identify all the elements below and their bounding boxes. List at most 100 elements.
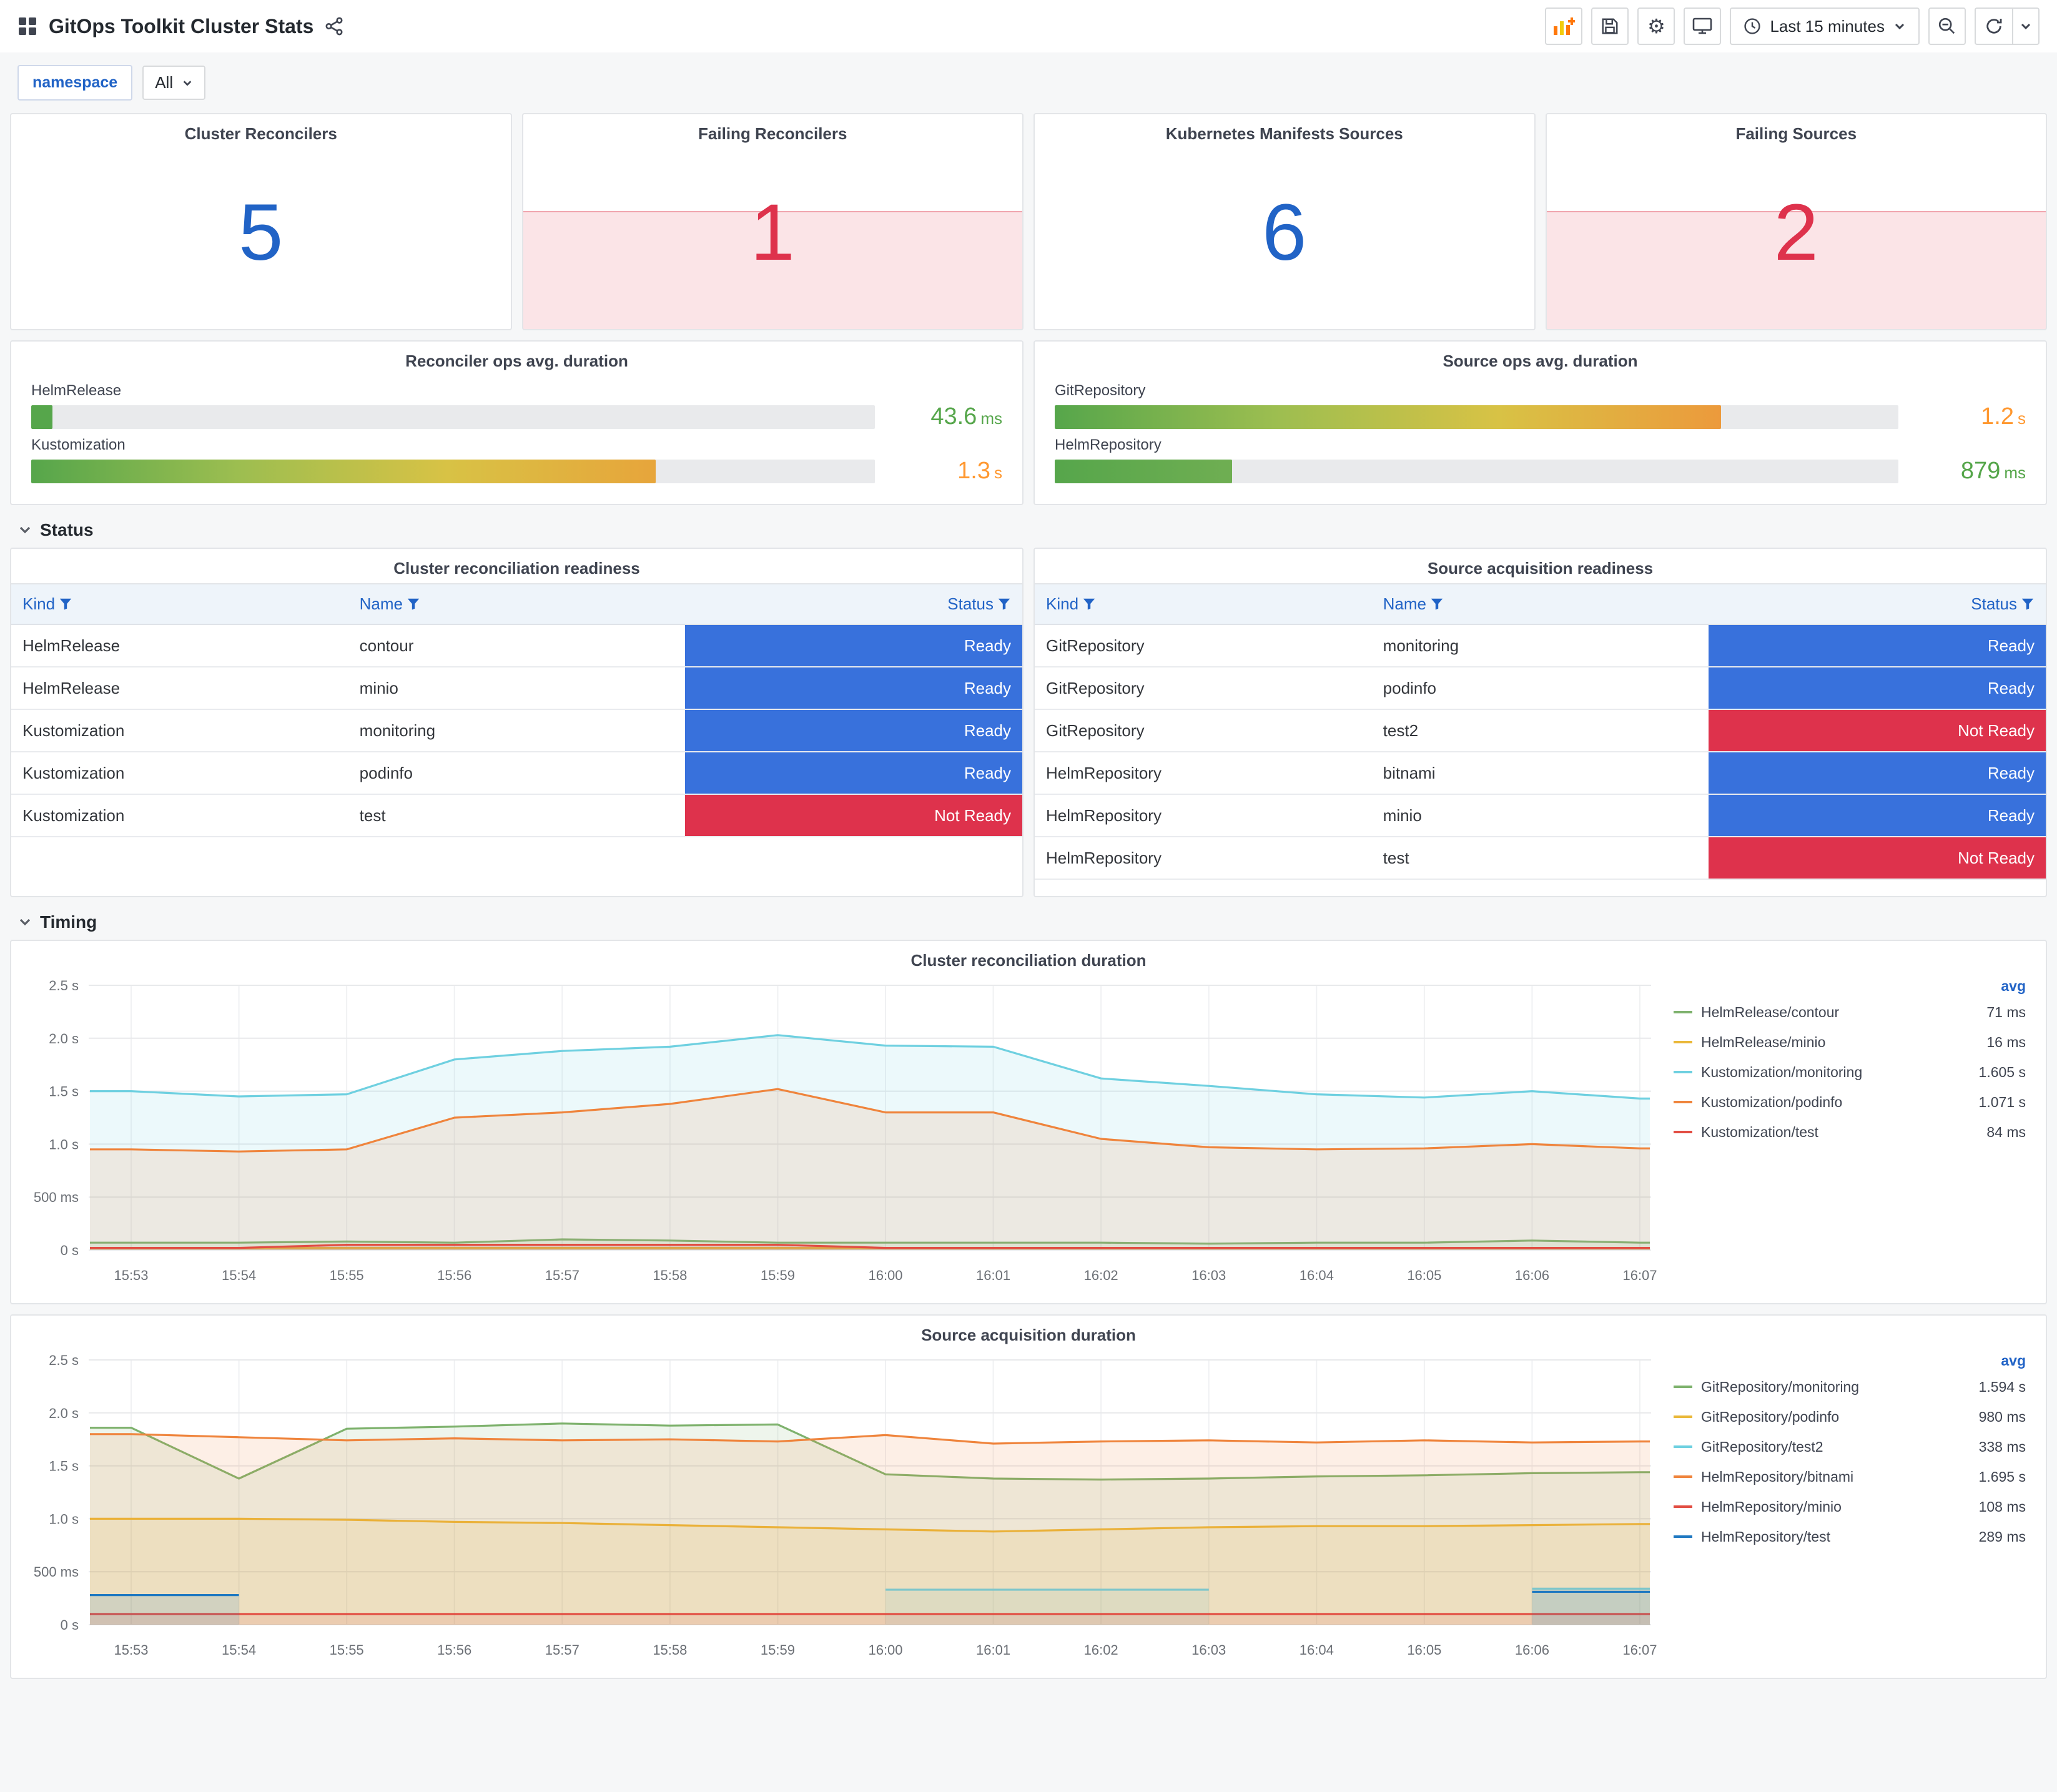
svg-text:15:59: 15:59 [761,1642,795,1658]
timeseries-plot[interactable]: 15:53 15:54 15:55 15:56 15:57 15:58 15:59 16:00… [24,973,1661,1292]
legend-series-name[interactable]: GitRepository/podinfo [1701,1409,1970,1425]
variable-namespace-value: All [155,73,174,92]
legend-series-name[interactable]: HelmRelease/minio [1701,1034,1978,1051]
filter-funnel-icon[interactable] [59,597,72,611]
status-badge: Not Ready [1709,710,2046,751]
legend-series-name[interactable]: HelmRepository/test [1701,1529,1970,1545]
gauge-value: 879 ms [1960,458,2026,484]
legend-avg-header[interactable]: avg [1674,978,2028,995]
legend-series-name[interactable]: Kustomization/monitoring [1701,1064,1970,1081]
filter-funnel-icon[interactable] [2021,597,2035,611]
cell-status: Ready [685,709,1022,752]
panel-title[interactable]: Cluster reconciliation readiness [11,549,1022,583]
legend-item[interactable]: Kustomization/test 84 ms [1674,1117,2028,1147]
readiness-table: Kind Name Status HelmRelease contour Ready Hel… [11,583,1022,837]
stats-row: Cluster Reconcilers 5 Failing Reconciler… [10,113,2047,330]
time-range-label: Last 15 minutes [1770,16,1885,36]
panel-reconciler-ops-avg-duration: Reconciler ops avg. duration HelmRelease… [10,340,1024,505]
panel-title[interactable]: Source acquisition readiness [1035,549,2046,583]
column-header-kind[interactable]: Kind [1035,583,1372,625]
svg-text:2.5 s: 2.5 s [49,978,79,993]
filter-funnel-icon[interactable] [1430,597,1444,611]
cell-name: contour [348,624,686,667]
status-badge: Ready [1709,795,2046,836]
legend-item[interactable]: HelmRelease/minio 16 ms [1674,1027,2028,1057]
cell-kind: HelmRepository [1035,837,1372,880]
column-header-status[interactable]: Status [685,583,1022,625]
legend-series-name[interactable]: HelmRelease/contour [1701,1004,1978,1021]
legend-item[interactable]: GitRepository/test2 338 ms [1674,1432,2028,1462]
series-color-marker [1674,1011,1692,1013]
legend-item[interactable]: HelmRepository/test 289 ms [1674,1522,2028,1552]
save-dashboard-button[interactable] [1591,7,1629,45]
svg-text:0 s: 0 s [61,1243,79,1258]
zoom-out-button[interactable] [1928,7,1966,45]
dashboards-grid-icon[interactable] [17,16,37,36]
filter-funnel-icon[interactable] [997,597,1011,611]
gauges-row: Reconciler ops avg. duration HelmRelease… [10,340,2047,505]
section-row-status[interactable]: Status [17,520,2040,540]
column-header-name[interactable]: Name [348,583,686,625]
column-header-kind[interactable]: Kind [11,583,348,625]
column-header-name[interactable]: Name [1371,583,1709,625]
legend-item[interactable]: HelmRelease/contour 71 ms [1674,997,2028,1027]
variable-namespace-select[interactable]: All [142,66,206,100]
status-badge: Ready [685,625,1022,666]
legend-item[interactable]: Kustomization/monitoring 1.605 s [1674,1057,2028,1087]
add-panel-button[interactable] [1545,7,1583,45]
legend-series-name[interactable]: Kustomization/test [1701,1124,1978,1141]
share-icon[interactable] [325,17,343,36]
svg-text:16:05: 16:05 [1407,1642,1441,1658]
gear-icon: ⚙ [1647,15,1665,37]
panel-title[interactable]: Source acquisition duration [24,1321,2033,1347]
save-icon [1602,18,1618,34]
legend-item[interactable]: HelmRepository/minio 108 ms [1674,1492,2028,1522]
panel-title[interactable]: Cluster reconciliation duration [24,946,2033,973]
timeseries-plot[interactable]: 15:53 15:54 15:55 15:56 15:57 15:58 15:59 16:00… [24,1347,1661,1667]
legend-item[interactable]: GitRepository/monitoring 1.594 s [1674,1372,2028,1402]
cell-kind: Kustomization [11,794,348,837]
dashboard-title[interactable]: GitOps Toolkit Cluster Stats [49,15,313,38]
svg-text:15:53: 15:53 [114,1642,148,1658]
cycle-view-button[interactable] [1684,7,1722,45]
cell-kind: HelmRelease [11,667,348,710]
section-row-timing[interactable]: Timing [17,912,2040,932]
series-color-marker [1674,1071,1692,1073]
legend-avg-value: 289 ms [1978,1528,2026,1545]
legend-item[interactable]: HelmRepository/bitnami 1.695 s [1674,1462,2028,1492]
gauge-label: HelmRepository [1055,436,1162,453]
dashboard-settings-button[interactable]: ⚙ [1637,7,1675,45]
legend-avg-value: 84 ms [1986,1123,2026,1140]
series-color-marker [1674,1445,1692,1448]
gauge-value: 1.2 s [1981,403,2026,430]
table-row: Kustomization podinfo Ready [11,752,1022,795]
template-variables-bar: namespace All [0,52,2057,106]
legend-avg-header[interactable]: avg [1674,1352,2028,1369]
svg-text:500 ms: 500 ms [34,1564,79,1580]
series-color-marker [1674,1535,1692,1538]
legend-series-name[interactable]: GitRepository/monitoring [1701,1379,1970,1396]
status-badge: Ready [1709,625,2046,666]
legend-series-name[interactable]: HelmRepository/minio [1701,1499,1970,1515]
legend-series-name[interactable]: Kustomization/podinfo [1701,1094,1970,1111]
legend-avg-value: 108 ms [1978,1498,2026,1515]
cell-status: Not Ready [685,794,1022,837]
legend-item[interactable]: Kustomization/podinfo 1.071 s [1674,1087,2028,1117]
legend-item[interactable]: GitRepository/podinfo 980 ms [1674,1402,2028,1432]
timeseries-chart[interactable]: 15:53 15:54 15:55 15:56 15:57 15:58 15:59 16:00… [24,973,1661,1297]
panel-title[interactable]: Source ops avg. duration [1055,342,2026,376]
stat-panel-cluster-reconcilers: Cluster Reconcilers 5 [10,113,512,330]
refresh-interval-button[interactable] [2012,7,2040,45]
legend-avg-value: 16 ms [1986,1033,2026,1050]
timeseries-chart[interactable]: 15:53 15:54 15:55 15:56 15:57 15:58 15:59 16:00… [24,1347,1661,1672]
filter-funnel-icon[interactable] [1082,597,1096,611]
legend-series-name[interactable]: HelmRepository/bitnami [1701,1469,1970,1485]
column-header-status[interactable]: Status [1709,583,2046,625]
time-range-picker[interactable]: Last 15 minutes [1730,7,1920,45]
refresh-button[interactable] [1975,7,2012,45]
legend-series-name[interactable]: GitRepository/test2 [1701,1439,1970,1455]
filter-funnel-icon[interactable] [407,597,420,611]
panel-title[interactable]: Reconciler ops avg. duration [31,342,1002,376]
table-row: HelmRepository test Not Ready [1035,837,2046,880]
svg-text:15:54: 15:54 [222,1642,256,1658]
